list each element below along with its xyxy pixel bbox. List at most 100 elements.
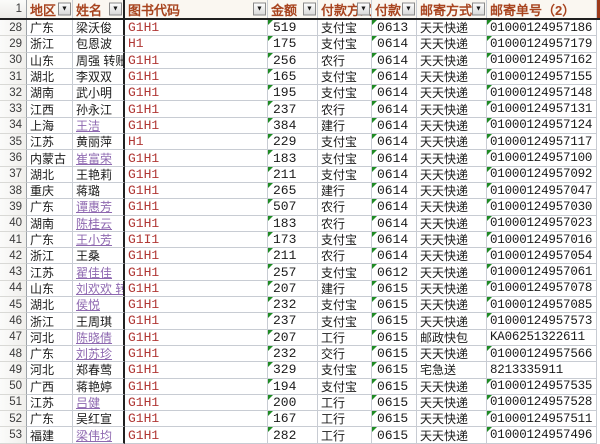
cell-name[interactable]: 蒋艳婷 bbox=[73, 379, 125, 395]
cell-amount[interactable]: 237 bbox=[268, 101, 318, 117]
cell-paym[interactable]: 建行 bbox=[318, 281, 372, 297]
cell-region[interactable]: 江西 bbox=[27, 101, 73, 117]
cell-name[interactable]: 王洁 bbox=[73, 118, 125, 134]
filter-dropdown-button[interactable]: ▼ bbox=[472, 3, 485, 16]
cell-payd[interactable]: 0614 bbox=[372, 85, 417, 101]
cell-name[interactable]: 王小芳 bbox=[73, 232, 125, 248]
cell-paym[interactable]: 农行 bbox=[318, 101, 372, 117]
cell-payd[interactable]: 0614 bbox=[372, 53, 417, 69]
cell-amount[interactable]: 232 bbox=[268, 346, 318, 362]
cell-name[interactable]: 陈桂云 bbox=[73, 216, 125, 232]
cell-paym[interactable]: 支付宝 bbox=[318, 313, 372, 329]
cell-region[interactable]: 广东 bbox=[27, 232, 73, 248]
column-header-ship[interactable]: 邮寄方式 ▼ bbox=[417, 0, 487, 18]
row-number[interactable]: 48 bbox=[0, 346, 27, 362]
row-number[interactable]: 38 bbox=[0, 183, 27, 199]
cell-track[interactable]: 01000124957092 bbox=[487, 167, 597, 183]
cell-region[interactable]: 广东 bbox=[27, 346, 73, 362]
cell-ship[interactable]: 天天快递 bbox=[417, 216, 487, 232]
cell-name[interactable]: 梁伟均 bbox=[73, 427, 125, 443]
cell-paym[interactable]: 支付宝 bbox=[318, 362, 372, 378]
cell-ship[interactable]: 天天快递 bbox=[417, 101, 487, 117]
cell-name[interactable]: 武小明 bbox=[73, 85, 125, 101]
cell-book[interactable]: G1H1 bbox=[125, 411, 268, 427]
cell-name[interactable]: 蒋璐 bbox=[73, 183, 125, 199]
cell-paym[interactable]: 支付宝 bbox=[318, 264, 372, 280]
cell-paym[interactable]: 农行 bbox=[318, 199, 372, 215]
cell-name[interactable]: 孙永江 bbox=[73, 101, 125, 117]
cell-amount[interactable]: 329 bbox=[268, 362, 318, 378]
row-number[interactable]: 49 bbox=[0, 362, 27, 378]
corner-row-number-cell[interactable]: 1 bbox=[0, 0, 27, 18]
cell-payd[interactable]: 0615 bbox=[372, 362, 417, 378]
cell-ship[interactable]: 天天快递 bbox=[417, 264, 487, 280]
cell-payd[interactable]: 0615 bbox=[372, 297, 417, 313]
filter-dropdown-button[interactable]: ▼ bbox=[357, 3, 370, 16]
cell-name[interactable]: 陈晓倩 bbox=[73, 330, 125, 346]
cell-payd[interactable]: 0614 bbox=[372, 183, 417, 199]
cell-book[interactable]: G1H1 bbox=[125, 216, 268, 232]
cell-ship[interactable]: 邮政快包 bbox=[417, 330, 487, 346]
cell-region[interactable]: 山东 bbox=[27, 281, 73, 297]
row-number[interactable]: 45 bbox=[0, 297, 27, 313]
cell-name[interactable]: 吴红宣 bbox=[73, 411, 125, 427]
cell-region[interactable]: 浙江 bbox=[27, 36, 73, 52]
cell-track[interactable]: 01000124957054 bbox=[487, 248, 597, 264]
cell-amount[interactable]: 211 bbox=[268, 248, 318, 264]
cell-region[interactable]: 河北 bbox=[27, 362, 73, 378]
cell-ship[interactable]: 天天快递 bbox=[417, 36, 487, 52]
cell-region[interactable]: 河北 bbox=[27, 330, 73, 346]
cell-ship[interactable]: 天天快递 bbox=[417, 20, 487, 36]
cell-track[interactable]: 01000124957085 bbox=[487, 297, 597, 313]
cell-track[interactable]: 01000124957023 bbox=[487, 216, 597, 232]
cell-track[interactable]: 01000124957573 bbox=[487, 313, 597, 329]
cell-payd[interactable]: 0614 bbox=[372, 232, 417, 248]
cell-amount[interactable]: 207 bbox=[268, 281, 318, 297]
row-number[interactable]: 46 bbox=[0, 313, 27, 329]
column-header-paym[interactable]: 付款方式 ▼ bbox=[318, 0, 372, 18]
cell-book[interactable]: G1H1 bbox=[125, 199, 268, 215]
cell-ship[interactable]: 天天快递 bbox=[417, 281, 487, 297]
cell-amount[interactable]: 257 bbox=[268, 264, 318, 280]
cell-payd[interactable]: 0614 bbox=[372, 101, 417, 117]
cell-payd[interactable]: 0614 bbox=[372, 36, 417, 52]
cell-ship[interactable]: 天天快递 bbox=[417, 379, 487, 395]
row-number[interactable]: 52 bbox=[0, 411, 27, 427]
cell-book[interactable]: G1H1 bbox=[125, 118, 268, 134]
cell-book[interactable]: G1H1 bbox=[125, 20, 268, 36]
cell-region[interactable]: 湖北 bbox=[27, 297, 73, 313]
row-number[interactable]: 34 bbox=[0, 118, 27, 134]
cell-amount[interactable]: 229 bbox=[268, 134, 318, 150]
cell-ship[interactable]: 天天快递 bbox=[417, 183, 487, 199]
cell-name[interactable]: 崔富荣 bbox=[73, 150, 125, 166]
column-header-name[interactable]: 姓名 ▼ bbox=[73, 0, 125, 18]
cell-payd[interactable]: 0614 bbox=[372, 248, 417, 264]
cell-amount[interactable]: 173 bbox=[268, 232, 318, 248]
cell-book[interactable]: G1H1 bbox=[125, 281, 268, 297]
cell-track[interactable]: 01000124957155 bbox=[487, 69, 597, 85]
cell-amount[interactable]: 507 bbox=[268, 199, 318, 215]
cell-paym[interactable]: 农行 bbox=[318, 216, 372, 232]
cell-ship[interactable]: 天天快递 bbox=[417, 134, 487, 150]
cell-track[interactable]: 01000124957528 bbox=[487, 395, 597, 411]
cell-name[interactable]: 侯悦 bbox=[73, 297, 125, 313]
cell-ship[interactable]: 天天快递 bbox=[417, 411, 487, 427]
cell-paym[interactable]: 农行 bbox=[318, 248, 372, 264]
cell-name[interactable]: 郑春莺 bbox=[73, 362, 125, 378]
cell-book[interactable]: G1H1 bbox=[125, 248, 268, 264]
cell-amount[interactable]: 384 bbox=[268, 118, 318, 134]
cell-book[interactable]: G1H1 bbox=[125, 362, 268, 378]
cell-name[interactable]: 梁沃俊 bbox=[73, 20, 125, 36]
row-number[interactable]: 40 bbox=[0, 216, 27, 232]
cell-book[interactable]: G1H1 bbox=[125, 53, 268, 69]
cell-region[interactable]: 湖南 bbox=[27, 216, 73, 232]
cell-region[interactable]: 内蒙古 bbox=[27, 150, 73, 166]
cell-book[interactable]: H1 bbox=[125, 134, 268, 150]
cell-track[interactable]: 01000124957162 bbox=[487, 53, 597, 69]
cell-track[interactable]: 01000124957148 bbox=[487, 85, 597, 101]
cell-paym[interactable]: 支付宝 bbox=[318, 379, 372, 395]
cell-region[interactable]: 浙江 bbox=[27, 313, 73, 329]
cell-payd[interactable]: 0614 bbox=[372, 199, 417, 215]
cell-amount[interactable]: 256 bbox=[268, 53, 318, 69]
cell-ship[interactable]: 天天快递 bbox=[417, 395, 487, 411]
